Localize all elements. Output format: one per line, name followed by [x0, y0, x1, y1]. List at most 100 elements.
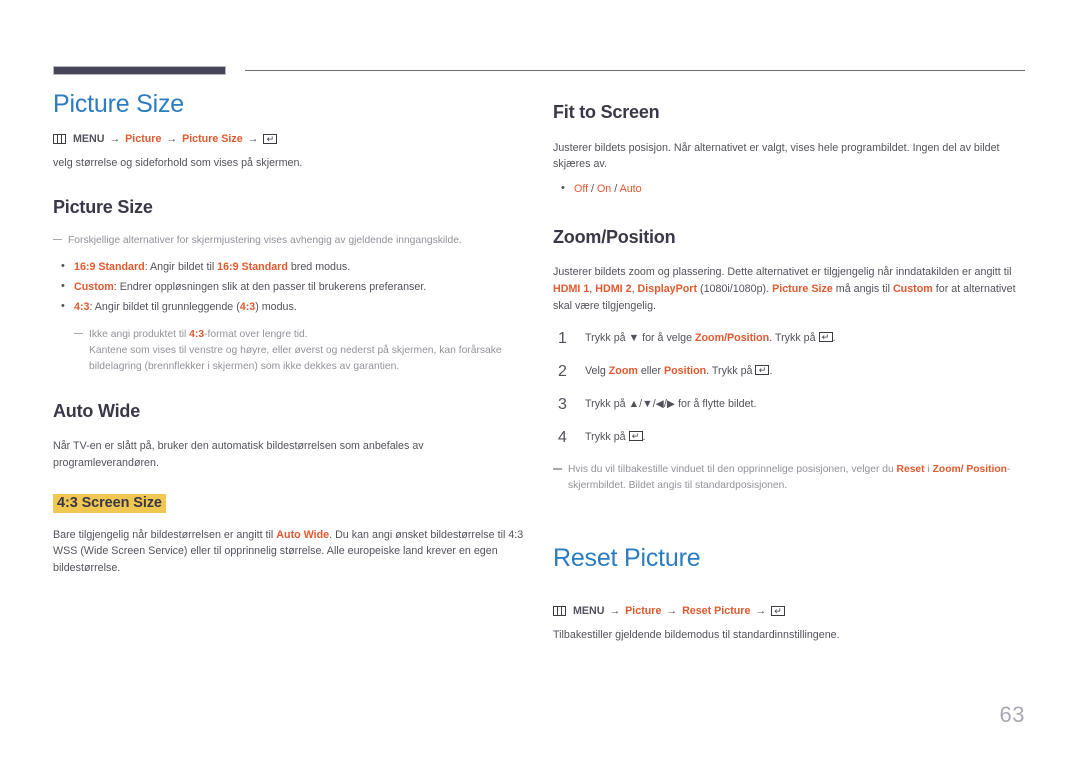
zp-term-picture-size: Picture Size	[772, 282, 833, 295]
step-text-b: for å velge	[639, 332, 695, 345]
zoom-position-steps: 1 Trykk på ▼ for å velge Zoom/Position. T…	[553, 330, 1025, 446]
menu-path-menu-label: MENU	[73, 132, 105, 145]
option-text: : Angir bildet til grunnleggende (	[89, 300, 240, 313]
step-text-a: Trykk på	[585, 332, 629, 345]
menu-path-picture-size: MENU → Picture → Picture Size → ↵	[53, 132, 531, 147]
option-text-tail: bred modus.	[287, 260, 351, 273]
left-column: Picture Size MENU → Picture → Picture Si…	[53, 90, 531, 576]
list-item: 2 Velg Zoom eller Position. Trykk på ↵.	[553, 363, 1025, 380]
option-inline-term: 4:3	[239, 300, 256, 313]
arrow-right-icon: →	[247, 132, 259, 145]
option-text: : Angir bildet til	[144, 260, 218, 273]
step-number: 4	[558, 429, 567, 447]
footnote-term-reset: Reset	[896, 464, 925, 476]
document-page: Picture Size MENU → Picture → Picture Si…	[0, 0, 1080, 763]
screen-size-body: Bare tilgjengelig når bildestørrelsen er…	[53, 527, 531, 577]
list-item: Off / On / Auto	[553, 180, 1025, 197]
page-number: 63	[999, 702, 1025, 727]
picture-size-subnote: Ikke angi produktet til 4:3-format over …	[74, 327, 531, 375]
step-text-a: Trykk på	[585, 398, 629, 411]
screen-size-text-a: Bare tilgjengelig når bildestørrelsen er…	[53, 528, 277, 541]
footnote-text-b: i	[924, 464, 933, 476]
reset-picture-body: Tilbakestiller gjeldende bildemodus til …	[553, 628, 840, 641]
enter-key-icon: ↵	[818, 332, 833, 343]
enter-key-icon: ↵	[771, 606, 786, 617]
menu-path-step-picture: Picture	[125, 132, 162, 145]
header-rule-bar	[53, 66, 226, 75]
step-text-a: Velg	[585, 365, 609, 378]
footnote-text-a: Hvis du vil tilbakestille vinduet til de…	[568, 464, 897, 476]
arrow-right-icon: →	[609, 604, 621, 617]
step-text-b: .	[642, 431, 646, 444]
option-term: 16:9 Standard	[74, 260, 145, 273]
arrow-right-icon: →	[666, 604, 678, 617]
step-text-a: Trykk på	[585, 431, 629, 444]
arrow-right-icon: →	[755, 604, 767, 617]
step-text-b: eller	[637, 365, 665, 378]
enter-key-icon: ↵	[263, 134, 278, 145]
picture-size-intro-text: velg størrelse og sideforhold som vises …	[53, 156, 303, 169]
menu-path-step-picture-size: Picture Size	[182, 132, 243, 145]
section-heading-fit-to-screen: Fit to Screen	[553, 102, 660, 122]
zoom-position-body: Justerer bildets zoom og plassering. Det…	[553, 264, 1025, 314]
fit-to-screen-option-list: Off / On / Auto	[553, 180, 1025, 197]
enter-key-icon: ↵	[755, 365, 770, 376]
step-number: 3	[558, 396, 567, 414]
step-term: Zoom/Position	[694, 332, 770, 345]
zp-term-hdmi2: HDMI 2	[595, 282, 632, 295]
zp-term-displayport: DisplayPort	[637, 282, 698, 295]
option-text-tail: ) modus.	[255, 300, 297, 313]
screen-size-term: Auto Wide	[276, 528, 330, 541]
arrow-right-icon: →	[166, 132, 178, 145]
list-item: Custom: Endrer oppløsningen slik at den …	[53, 278, 531, 295]
option-sep: /	[588, 182, 597, 195]
subnote-text-line2: Kantene som vises til venstre og høyre, …	[89, 344, 502, 372]
subnote-term: 4:3	[189, 329, 205, 340]
enter-key-icon: ↵	[628, 431, 643, 442]
menu-path-reset-picture: MENU → Picture → Reset Picture → ↵	[553, 604, 1025, 619]
subnote-text-a: Ikke angi produktet til	[89, 329, 190, 340]
fit-to-screen-body: Justerer bildets posisjon. Når alternati…	[553, 141, 1000, 171]
option-auto: Auto	[619, 182, 642, 195]
page-title-reset-picture: Reset Picture	[553, 544, 701, 573]
right-column: Fit to Screen Justerer bildets posisjon.…	[553, 90, 1025, 644]
step-number: 1	[558, 330, 567, 348]
menu-grid-icon	[53, 134, 66, 145]
menu-path-step-reset-picture: Reset Picture	[682, 604, 751, 617]
page-title-picture-size: Picture Size	[53, 90, 184, 118]
list-item: 1 Trykk på ▼ for å velge Zoom/Position. T…	[553, 330, 1025, 347]
zp-text-1: Justerer bildets zoom og plassering. Det…	[553, 266, 1012, 279]
auto-wide-body: Når TV-en er slått på, bruker den automa…	[53, 440, 424, 470]
menu-path-menu-label: MENU	[573, 604, 605, 617]
menu-path-step-picture: Picture	[625, 604, 662, 617]
step-text-d: .	[832, 332, 836, 345]
option-text: : Endrer oppløsningen slik at den passer…	[113, 280, 427, 293]
step-term-zoom: Zoom	[608, 365, 638, 378]
zp-term-hdmi1: HDMI 1	[553, 282, 590, 295]
zp-text-5: må angis til	[832, 282, 893, 295]
option-inline-term: 16:9 Standard	[217, 260, 288, 273]
picture-size-note: Forskjellige alternativer for skjermjust…	[53, 233, 531, 249]
section-heading-auto-wide: Auto Wide	[53, 400, 141, 421]
step-term-position: Position	[664, 365, 707, 378]
header-rule	[53, 66, 1025, 76]
zoom-position-footnote: Hvis du vil tilbakestille vinduet til de…	[553, 462, 1025, 494]
list-item: 4 Trykk på ↵.	[553, 429, 1025, 446]
step-text-c: . Trykk på	[769, 332, 819, 345]
section-heading-picture-size: Picture Size	[53, 197, 153, 218]
step-text-c: . Trykk på	[706, 365, 756, 378]
step-text-b: for å flytte bildet.	[675, 398, 757, 411]
option-term: Custom	[74, 280, 114, 293]
option-off: Off	[574, 182, 589, 195]
footnote-term-zoom-position: Zoom/ Position	[932, 464, 1007, 476]
option-on: On	[596, 182, 612, 195]
zp-term-custom: Custom	[892, 282, 933, 295]
list-item: 3 Trykk på ▲/▼/◀/▶ for å flytte bildet.	[553, 396, 1025, 413]
direction-arrows-icon: ▲/▼/◀/▶	[628, 398, 676, 411]
section-heading-screen-size: 4:3 Screen Size	[53, 493, 166, 513]
zp-text-4: (1080i/1080p).	[697, 282, 773, 295]
picture-size-option-list: 16:9 Standard: Angir bildet til 16:9 Sta…	[53, 258, 531, 315]
header-rule-line	[245, 70, 1025, 71]
step-text-d: .	[769, 365, 773, 378]
arrow-right-icon: →	[109, 132, 121, 145]
